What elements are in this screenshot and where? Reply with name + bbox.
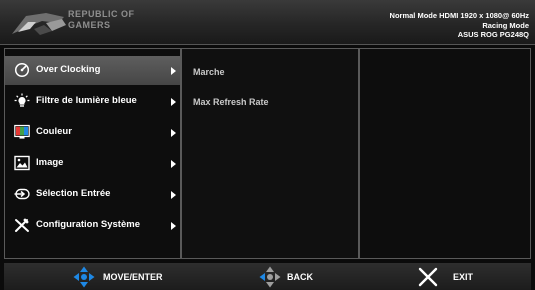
- exit-label: EXIT: [453, 272, 474, 282]
- tools-icon: [15, 218, 29, 232]
- image-icon: [14, 155, 30, 171]
- header-bar: REPUBLIC OF GAMERS Normal Mode HDMI 1920…: [0, 0, 535, 45]
- close-icon[interactable]: [416, 265, 440, 289]
- brand-line1: REPUBLIC OF: [68, 9, 135, 19]
- bulb-icon: [14, 93, 30, 107]
- menu-item-image[interactable]: Image: [5, 149, 180, 178]
- chevron-right-icon: [171, 129, 176, 137]
- status-model: ASUS ROG PG248Q: [457, 30, 529, 39]
- menu-item-label: Sélection Entrée: [36, 188, 111, 199]
- color-icon: [14, 124, 30, 139]
- submenu-panel: Marche Max Refresh Rate: [181, 48, 359, 259]
- osd-window: REPUBLIC OF GAMERS Normal Mode HDMI 1920…: [0, 0, 535, 290]
- chevron-right-icon: [171, 98, 176, 106]
- menu-item-label: Over Clocking: [36, 64, 101, 75]
- brand-line2: GAMERS: [68, 20, 111, 30]
- status-game-mode: Racing Mode: [482, 20, 529, 30]
- brand-text: REPUBLIC OF GAMERS: [68, 9, 135, 31]
- move-enter-label: MOVE/ENTER: [103, 272, 163, 282]
- dpad-back-icon[interactable]: [258, 265, 282, 289]
- menu-item-system-setup[interactable]: Configuration Système: [5, 211, 180, 240]
- status-info: Normal Mode HDMI 1920 x 1080@ 60Hz Racin…: [390, 11, 529, 40]
- chevron-right-icon: [171, 67, 176, 75]
- menu-item-input-selection[interactable]: Sélection Entrée: [5, 180, 180, 209]
- chevron-right-icon: [171, 222, 176, 230]
- options-panel: [359, 48, 531, 259]
- dpad-move-icon[interactable]: [72, 265, 96, 289]
- chevron-right-icon: [171, 191, 176, 199]
- input-icon: [14, 188, 30, 200]
- footer-bar: MOVE/ENTER BACK EXIT: [4, 263, 531, 290]
- submenu-item-max-refresh-rate[interactable]: Max Refresh Rate: [193, 97, 269, 107]
- menu-item-label: Couleur: [36, 126, 72, 137]
- menu-item-over-clocking[interactable]: Over Clocking: [5, 56, 180, 85]
- menu-item-color[interactable]: Couleur: [5, 118, 180, 147]
- chevron-right-icon: [171, 160, 176, 168]
- speedometer-icon: [14, 62, 30, 78]
- back-label: BACK: [287, 272, 313, 282]
- menu-item-label: Image: [36, 157, 64, 168]
- menu-item-blue-light-filter[interactable]: Filtre de lumière bleue: [5, 87, 180, 116]
- menu-item-label: Configuration Système: [36, 219, 140, 230]
- status-mode-resolution: Normal Mode HDMI 1920 x 1080@ 60Hz: [389, 11, 529, 20]
- main-menu-panel: Over Clocking Filtre de lumière bleue Co…: [4, 48, 181, 259]
- submenu-item-on[interactable]: Marche: [193, 67, 225, 77]
- menu-item-label: Filtre de lumière bleue: [36, 95, 137, 106]
